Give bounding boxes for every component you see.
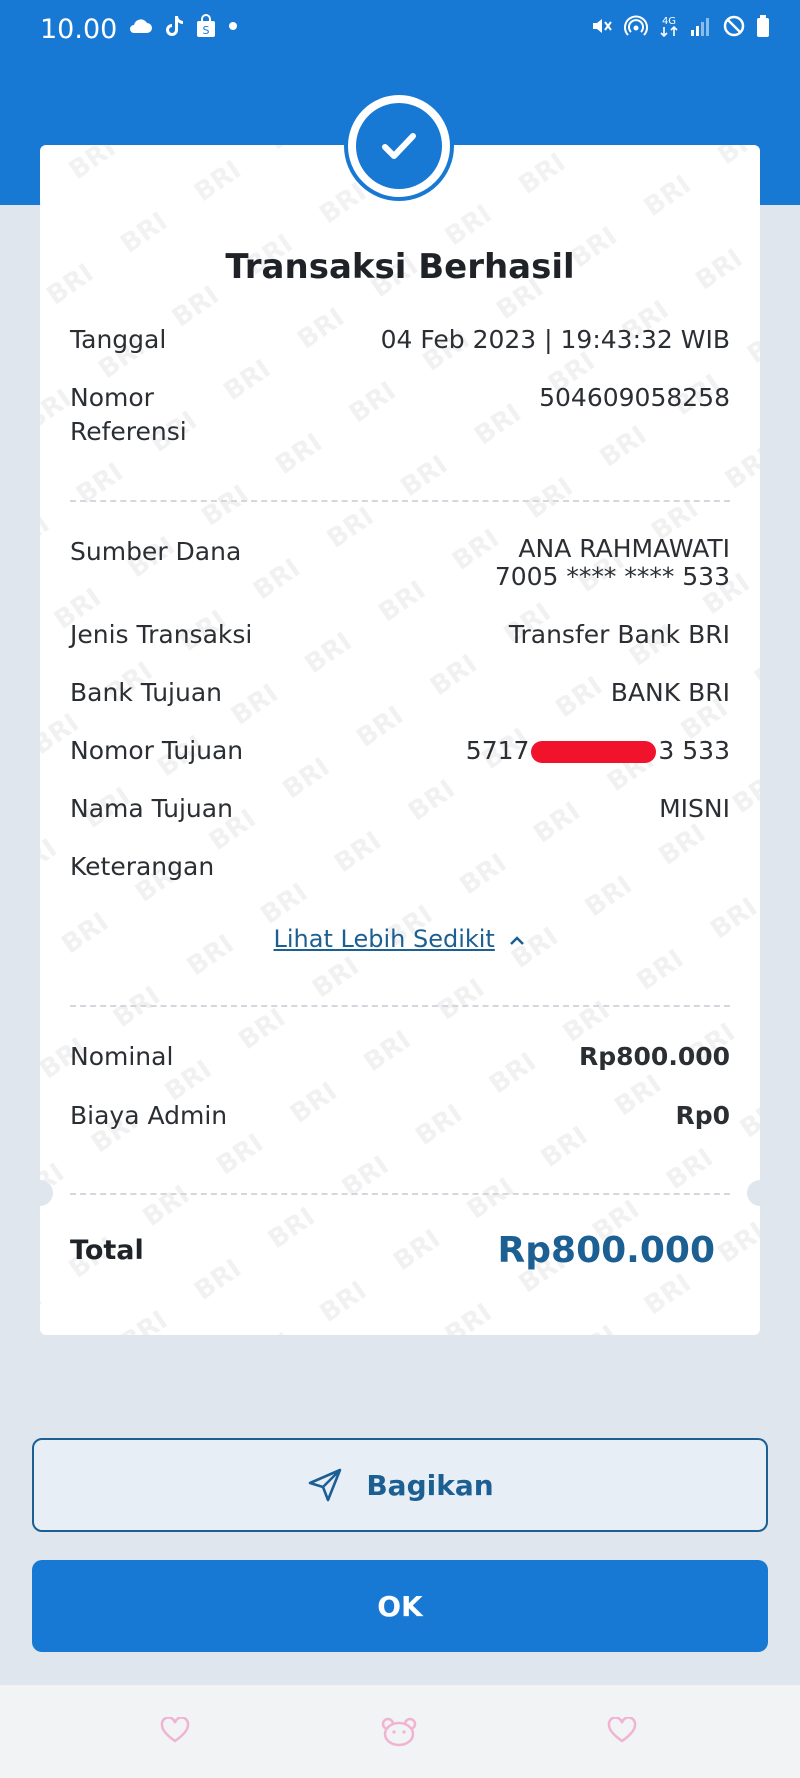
bank-tujuan-value: BANK BRI	[610, 678, 730, 707]
receipt-title: Transaksi Berhasil	[225, 247, 575, 287]
tanggal-value: 04 Feb 2023 | 19:43:32 WIB	[380, 325, 730, 354]
receipt-notch-right	[747, 1180, 773, 1206]
battery-icon	[757, 15, 769, 37]
nomor-referensi-label-line2: Referensi	[70, 417, 187, 446]
send-icon	[309, 1468, 342, 1502]
tanggal-label: Tanggal	[70, 325, 167, 354]
do-not-disturb-icon	[723, 15, 745, 37]
row-nomor-tujuan: Nomor Tujuan 5717 3 533	[70, 734, 730, 768]
jenis-transaksi-value: Transfer Bank BRI	[508, 620, 730, 649]
svg-text:4G: 4G	[662, 16, 676, 27]
nomor-tujuan-prefix: 5717	[465, 736, 530, 765]
share-button-label: Bagikan	[366, 1468, 494, 1502]
status-bar: 10.00 S 4G	[0, 0, 800, 60]
signal-icon	[691, 18, 709, 36]
row-nama-tujuan: Nama Tujuan MISNI	[70, 792, 730, 826]
bear-face-icon[interactable]	[380, 1717, 418, 1747]
nomor-tujuan-suffix: 3 533	[658, 736, 730, 765]
nomor-tujuan-value: 5717 3 533	[466, 734, 730, 768]
hotspot-icon	[624, 15, 648, 36]
heart-icon[interactable]	[160, 1717, 190, 1743]
status-time: 10.00	[40, 14, 118, 45]
biaya-admin-label: Biaya Admin	[70, 1101, 228, 1130]
tiktok-icon	[166, 16, 183, 36]
divider	[70, 1193, 730, 1195]
total-value: Rp800.000	[497, 1230, 715, 1271]
nomor-tujuan-label: Nomor Tujuan	[70, 736, 244, 765]
nomor-referensi-label-line1: Nomor	[70, 383, 154, 412]
mute-icon	[593, 19, 612, 33]
shopping-bag-icon: S	[197, 14, 215, 37]
sumber-dana-label: Sumber Dana	[70, 537, 242, 566]
lte-icon: 4G	[660, 16, 678, 38]
success-check-icon	[348, 95, 450, 197]
ok-button-label: OK	[377, 1589, 423, 1623]
status-left-icons: S	[128, 14, 238, 38]
chevron-up-icon[interactable]	[508, 934, 526, 946]
redaction-mark	[531, 741, 657, 763]
row-tanggal: Tanggal 04 Feb 2023 | 19:43:32 WIB	[70, 323, 730, 357]
receipt-notch-left	[27, 1180, 53, 1206]
row-sumber-dana: Sumber Dana ANA RAHMAWATI 7005 **** ****…	[70, 535, 730, 595]
share-button[interactable]: Bagikan	[32, 1438, 768, 1532]
divider	[70, 500, 730, 502]
row-nominal: Nominal Rp800.000	[70, 1040, 730, 1074]
status-right-icons: 4G	[590, 14, 770, 38]
nominal-label: Nominal	[70, 1042, 174, 1071]
ok-button[interactable]: OK	[32, 1560, 768, 1652]
svg-text:S: S	[203, 24, 210, 37]
row-jenis-transaksi: Jenis Transaksi Transfer Bank BRI	[70, 618, 730, 652]
heart-icon[interactable]	[607, 1717, 637, 1743]
jenis-transaksi-label: Jenis Transaksi	[70, 620, 253, 649]
sumber-dana-name: ANA RAHMAWATI	[518, 534, 730, 563]
receipt-bottom-edge	[40, 1328, 760, 1342]
nama-tujuan-label: Nama Tujuan	[70, 794, 233, 823]
nominal-value: Rp800.000	[578, 1042, 730, 1071]
divider	[70, 1005, 730, 1007]
row-nomor-referensi: Nomor Referensi 504609058258	[70, 381, 730, 451]
keterangan-label: Keterangan	[70, 852, 215, 881]
bank-tujuan-label: Bank Tujuan	[70, 678, 223, 707]
row-bank-tujuan: Bank Tujuan BANK BRI	[70, 676, 730, 710]
row-keterangan: Keterangan	[70, 850, 730, 884]
notification-dot-icon	[229, 22, 237, 30]
biaya-admin-value: Rp0	[675, 1101, 730, 1130]
total-label: Total	[70, 1235, 144, 1266]
nomor-referensi-value: 504609058258	[539, 383, 730, 412]
cloud-icon	[130, 19, 152, 33]
lihat-lebih-sedikit-toggle[interactable]: Lihat Lebih Sedikit	[40, 925, 760, 953]
sumber-dana-account: 7005 **** **** 533	[494, 562, 730, 591]
row-biaya-admin: Biaya Admin Rp0	[70, 1099, 730, 1133]
nama-tujuan-value: MISNI	[659, 794, 730, 823]
bottom-nav-bar	[0, 1685, 800, 1778]
lihat-lebih-sedikit-label[interactable]: Lihat Lebih Sedikit	[274, 925, 495, 953]
receipt-card: BRI Transaksi Berhasil Tanggal 04 Feb 20…	[40, 145, 760, 1335]
